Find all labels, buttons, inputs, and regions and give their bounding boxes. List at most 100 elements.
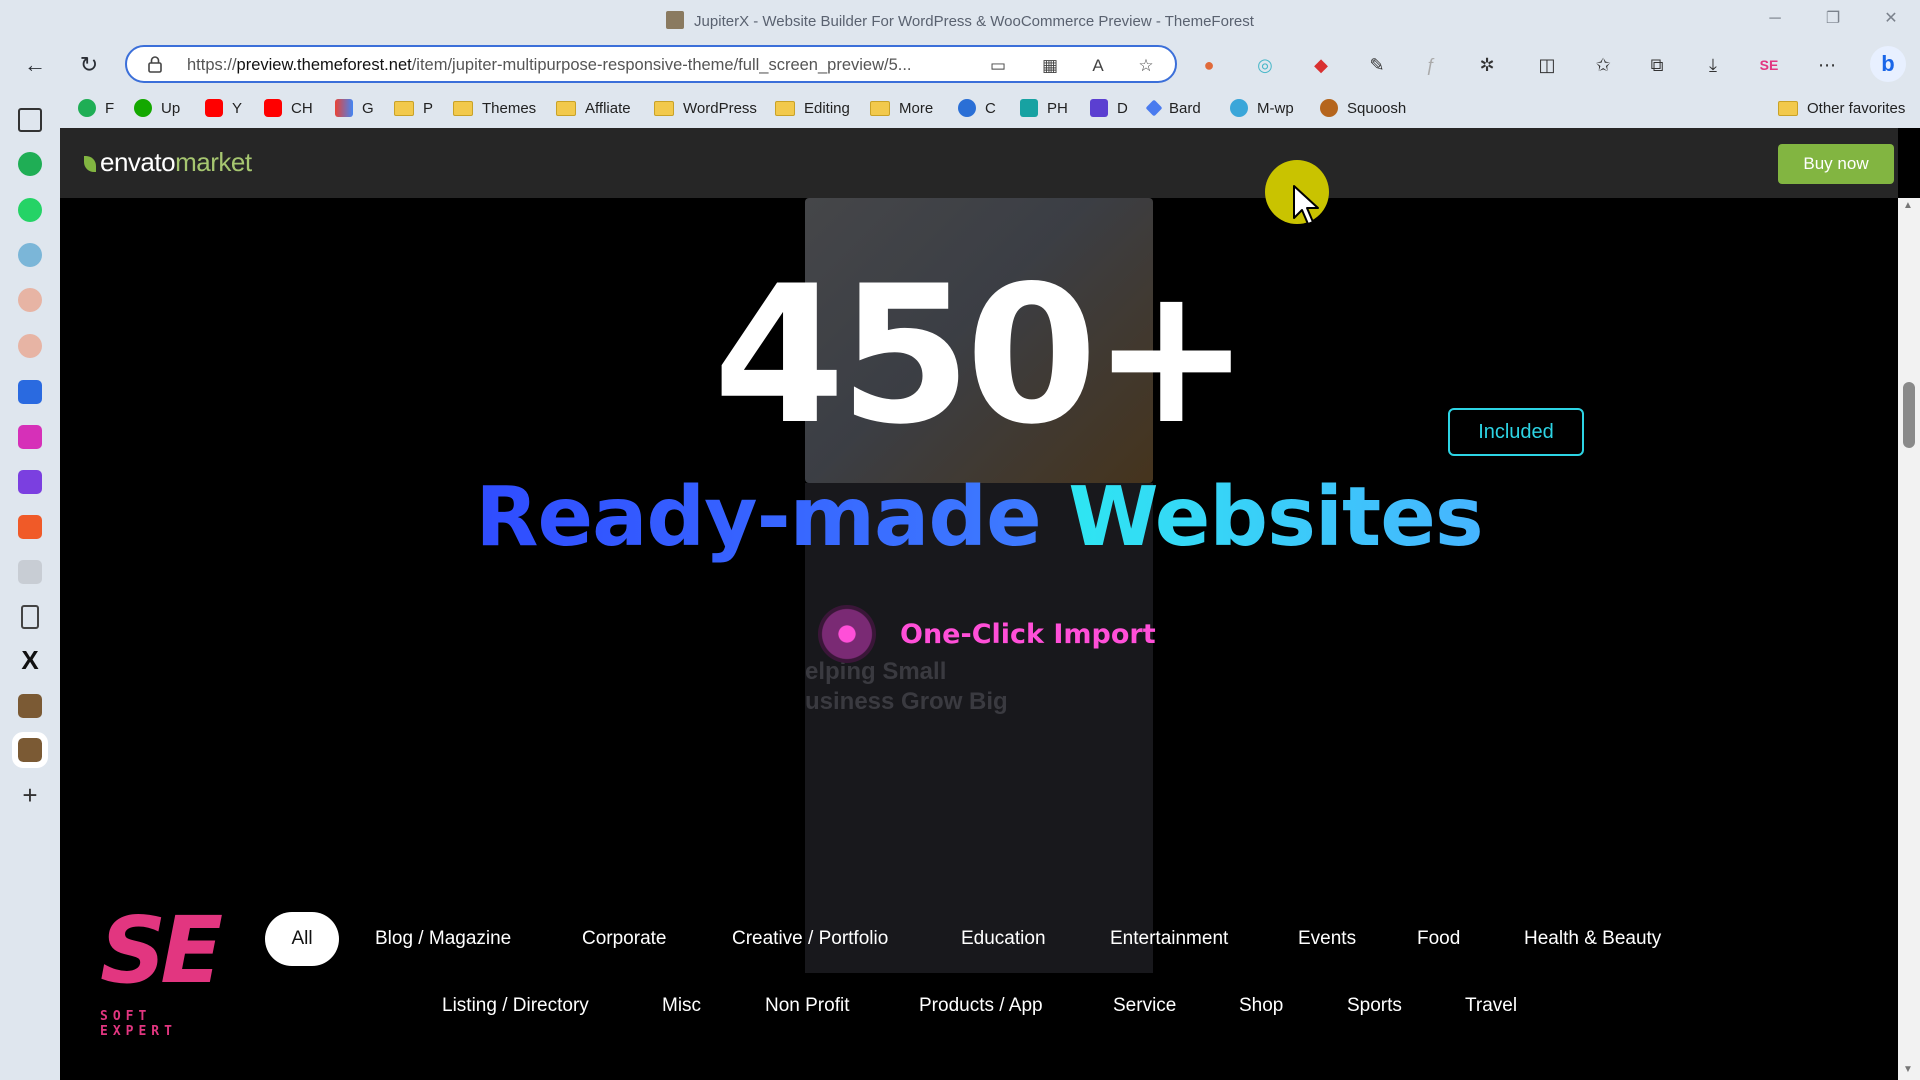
sidebar-app-check-icon[interactable]	[18, 560, 42, 584]
bookmark-folder-editing[interactable]: Editing	[775, 96, 850, 120]
sidebar-app-book2-icon[interactable]	[12, 732, 48, 768]
envato-header: envatomarket Buy now	[60, 128, 1898, 198]
bookmark-label: Editing	[804, 99, 850, 117]
sidebar-app-globe-icon[interactable]	[18, 243, 42, 267]
folder-icon	[453, 100, 473, 116]
bookmark-y[interactable]: Y	[205, 96, 242, 120]
bookmark-label: C	[985, 99, 996, 117]
document-icon[interactable]	[21, 605, 39, 629]
extensions-puzzle-icon[interactable]: ✲	[1474, 52, 1500, 78]
extension-sync-icon[interactable]: ◎	[1252, 52, 1278, 78]
buy-now-button[interactable]: Buy now	[1778, 144, 1894, 184]
favorites-icon[interactable]: ✩	[1590, 52, 1616, 78]
filter-travel[interactable]: Travel	[1465, 979, 1517, 1033]
envato-market-logo[interactable]: envatomarket	[84, 147, 252, 178]
filter-sports[interactable]: Sports	[1347, 979, 1402, 1033]
filter-misc[interactable]: Misc	[662, 979, 701, 1033]
restore-icon[interactable]: ❐	[1818, 6, 1848, 32]
more-menu-icon[interactable]: ⋯	[1814, 52, 1840, 78]
bookmark-folder-affliate[interactable]: Affliate	[556, 96, 631, 120]
tab-actions-icon[interactable]	[18, 108, 42, 132]
background-preview-text: usiness Grow Big	[805, 688, 1008, 715]
bookmark-label: PH	[1047, 99, 1068, 117]
refresh-icon[interactable]: ↻	[74, 50, 104, 80]
read-aloud-icon[interactable]: A	[1087, 55, 1109, 77]
downloads-icon[interactable]: ⤓	[1700, 52, 1726, 78]
bookmark-folder-p[interactable]: P	[394, 96, 433, 120]
mouse-pointer-icon	[1293, 185, 1319, 225]
address-bar[interactable]: https://preview.themeforest.net/item/jup…	[125, 45, 1177, 83]
filter-service[interactable]: Service	[1113, 979, 1176, 1033]
bookmark-m-wp[interactable]: M-wp	[1230, 96, 1294, 120]
qr-code-icon[interactable]: ▦	[1039, 55, 1061, 77]
split-screen-icon[interactable]: ◫	[1534, 52, 1560, 78]
extension-shield-icon[interactable]: ◆	[1308, 52, 1334, 78]
favorite-star-icon[interactable]: ☆	[1135, 55, 1157, 77]
bookmark-f[interactable]: F	[78, 96, 114, 120]
filter-food[interactable]: Food	[1417, 912, 1460, 966]
lock-icon[interactable]	[147, 55, 163, 73]
bookmark-c[interactable]: C	[958, 96, 996, 120]
collections-icon[interactable]: ⧉	[1644, 52, 1670, 78]
scrollbar-thumb[interactable]	[1903, 382, 1915, 448]
sidebar-app-play-blue-icon[interactable]	[18, 380, 42, 404]
pulse-dot-icon	[818, 605, 876, 663]
extension-eyedropper-icon[interactable]: ✎	[1364, 52, 1390, 78]
bookmark-ch[interactable]: CH	[264, 96, 313, 120]
bookmark-folder-wordpress[interactable]: WordPress	[654, 96, 757, 120]
bookmark-m-wp-icon	[1230, 99, 1248, 117]
filter-all[interactable]: All	[265, 912, 339, 966]
filter-listing-directory[interactable]: Listing / Directory	[442, 979, 589, 1033]
se-logo-subtitle: SOFT EXPERT	[100, 1009, 177, 1039]
filter-corporate[interactable]: Corporate	[582, 912, 667, 966]
bookmark-up[interactable]: Up	[134, 96, 180, 120]
folder-icon	[556, 100, 576, 116]
filter-creative-portfolio[interactable]: Creative / Portfolio	[732, 912, 888, 966]
extension-font-icon[interactable]: ƒ	[1418, 52, 1444, 78]
browser-sidebar: X +	[0, 88, 60, 1080]
filter-health-beauty[interactable]: Health & Beauty	[1524, 912, 1661, 966]
sidebar-app-play-purple-icon[interactable]	[18, 470, 42, 494]
minimize-icon[interactable]: ─	[1760, 6, 1790, 32]
filter-events[interactable]: Events	[1298, 912, 1356, 966]
scroll-up-arrow-icon[interactable]: ▲	[1903, 200, 1913, 211]
bookmark-folder-themes[interactable]: Themes	[453, 96, 536, 120]
squoosh-icon	[1320, 99, 1338, 117]
page-scrollbar[interactable]: ▲ ▼	[1898, 198, 1920, 1080]
filter-shop[interactable]: Shop	[1239, 979, 1283, 1033]
bookmark-d[interactable]: D	[1090, 96, 1128, 120]
bookmark-label: Other favorites	[1807, 99, 1906, 117]
sidebar-app-play-pink-icon[interactable]	[18, 425, 42, 449]
filter-education[interactable]: Education	[961, 912, 1046, 966]
bing-copilot-icon[interactable]: b	[1870, 46, 1906, 82]
bookmark-other-favorites[interactable]: Other favorites	[1778, 96, 1905, 120]
sidebar-app-orange-icon[interactable]	[18, 515, 42, 539]
sidebar-app-book1-icon[interactable]	[18, 694, 42, 718]
sidebar-app-wp2-icon[interactable]	[18, 334, 42, 358]
bookmark-bard[interactable]: Bard	[1145, 96, 1201, 120]
window-title-text: JupiterX - Website Builder For WordPress…	[694, 13, 1254, 30]
filter-blog-magazine[interactable]: Blog / Magazine	[375, 912, 511, 966]
whatsapp-icon[interactable]	[18, 198, 42, 222]
back-arrow-icon[interactable]: ←	[20, 50, 50, 80]
filter-entertainment[interactable]: Entertainment	[1110, 912, 1228, 966]
bookmark-g[interactable]: G	[335, 96, 374, 120]
x-twitter-icon[interactable]: X	[18, 647, 42, 673]
filter-products-app[interactable]: Products / App	[919, 979, 1043, 1033]
youtube-icon	[205, 99, 223, 117]
sidebar-app-f-icon[interactable]	[18, 152, 42, 176]
tab-favicon-icon	[666, 11, 685, 29]
bookmark-label: G	[362, 99, 374, 117]
bookmark-squoosh[interactable]: Squoosh	[1320, 96, 1406, 120]
close-icon[interactable]: ✕	[1876, 6, 1906, 32]
filter-non-profit[interactable]: Non Profit	[765, 979, 849, 1033]
url-text[interactable]: https://preview.themeforest.net/item/jup…	[187, 56, 912, 75]
bookmark-ph[interactable]: PH	[1020, 96, 1068, 120]
extension-wp-icon[interactable]: ●	[1196, 52, 1222, 78]
add-sidebar-app-icon[interactable]: +	[18, 782, 42, 808]
app-available-icon[interactable]: ▭	[987, 55, 1009, 77]
scroll-down-arrow-icon[interactable]: ▼	[1903, 1064, 1913, 1075]
profile-se-icon[interactable]: SE	[1756, 52, 1782, 78]
bookmark-folder-more[interactable]: More	[870, 96, 933, 120]
sidebar-app-wp1-icon[interactable]	[18, 288, 42, 312]
